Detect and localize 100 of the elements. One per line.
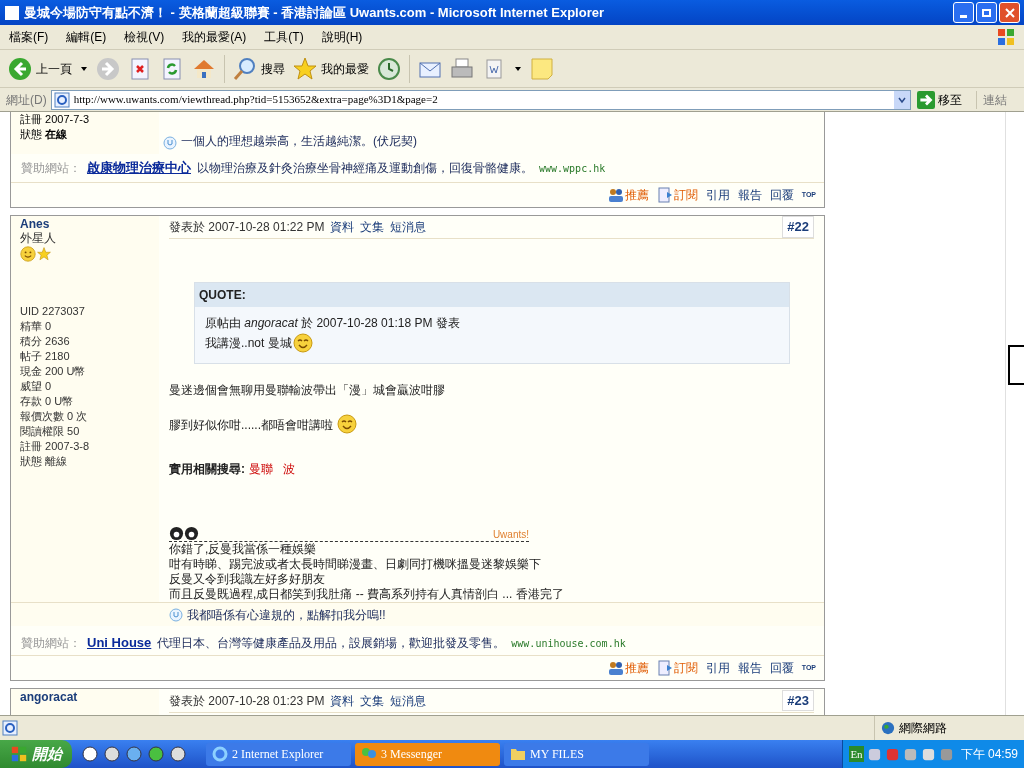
dropdown-arrow-icon[interactable] <box>80 64 88 73</box>
search-icon <box>233 56 257 81</box>
menu-item[interactable]: 我的最愛(A) <box>173 28 256 46</box>
user-stat: 註冊 2007-7-3 <box>20 112 91 127</box>
post-action-link[interactable]: 報告 <box>737 659 762 677</box>
user-status: 狀態 離線 <box>20 454 69 469</box>
close-button[interactable] <box>999 2 1020 23</box>
menu-item[interactable]: 檔案(F) <box>0 28 58 46</box>
signature-label: Uwants! <box>492 529 529 541</box>
taskbar-button[interactable]: 2 Internet Explorer <box>206 742 351 766</box>
search-button[interactable]: 搜尋 <box>233 56 285 81</box>
profile-link[interactable]: 短消息 <box>390 218 427 236</box>
quote-text: 我講漫..not 曼城 <box>205 334 292 352</box>
user-stat: 帖子 2180 <box>20 349 71 364</box>
security-zone: 網際網路 <box>899 720 947 737</box>
info-icon <box>169 607 183 622</box>
profile-link[interactable]: 短消息 <box>390 691 427 710</box>
user-stat: 註冊 2007-3-8 <box>20 439 91 454</box>
refresh-icon[interactable] <box>160 56 184 81</box>
post-action-link[interactable]: 訂閱 <box>656 659 698 677</box>
post-number: #23 <box>782 689 814 712</box>
page-icon <box>53 91 70 108</box>
back-button[interactable]: 上一頁 <box>8 56 72 81</box>
post-action-link[interactable]: 報告 <box>737 186 762 204</box>
history-icon[interactable] <box>377 56 401 81</box>
eyes-icon <box>169 526 199 541</box>
sponsor-link[interactable]: 啟康物理治療中心 <box>87 158 191 178</box>
taskbar-button[interactable]: MY FILES <box>504 742 649 766</box>
user-status: 狀態 在線 <box>20 127 69 142</box>
profile-link[interactable]: 文集 <box>360 218 385 236</box>
menu-item[interactable]: 說明(H) <box>312 28 372 46</box>
info-icon <box>163 136 177 150</box>
quote-author: 原帖由 angoracat 於 2007-10-28 01:18 PM 發表 <box>205 314 461 332</box>
signature-text: 我都唔係有心違規的，點解扣我分嗚!! <box>187 606 386 624</box>
related-search-link[interactable]: 波 <box>283 460 295 478</box>
menu-item[interactable]: 檢視(V) <box>115 28 174 46</box>
sponsor-label: 贊助網站： <box>21 635 81 653</box>
user-stat: UID 2273037 <box>20 304 86 319</box>
profile-link[interactable]: 資料 <box>330 218 355 236</box>
post-action-link[interactable]: 訂閱 <box>656 186 698 204</box>
window-title: 曼城今場防守有點不濟！ - 英格蘭超級聯賽 - 香港討論區 Uwants.com - Microsoft Internet Explorer <box>24 3 604 22</box>
address-field[interactable]: http://www.uwants.com/viewthread.php?tid=5153652&extra=page%3D1&page=2 <box>50 89 911 110</box>
windows-logo-icon <box>10 745 28 763</box>
windows-logo-icon <box>996 27 1016 47</box>
dropdown-arrow-icon[interactable] <box>514 64 522 73</box>
post-text: 曼迷邊個會無聊用曼聯輸波帶出「漫」城會贏波咁膠 <box>169 382 445 399</box>
arrow-icon <box>916 90 935 109</box>
menu-item[interactable]: 工具(T) <box>255 28 313 46</box>
menu-item[interactable]: 編輯(E) <box>57 28 116 46</box>
profile-link[interactable]: 資料 <box>330 691 355 710</box>
user-stat: 積分 2636 <box>20 334 71 349</box>
page-icon <box>2 720 18 736</box>
links-button[interactable]: 連結 <box>975 90 1007 109</box>
related-search-label: 實用相關搜尋: <box>169 461 245 478</box>
close-icon <box>1004 7 1015 18</box>
post-action-link[interactable]: 引用 <box>705 659 730 677</box>
user-stat: 精華 0 <box>20 319 53 334</box>
favorites-button[interactable]: 我的最愛 <box>293 56 369 81</box>
language-indicator[interactable]: En <box>849 745 864 763</box>
user-stat: 現金 200 U幣 <box>20 364 87 379</box>
user-stat: 存款 0 U幣 <box>20 394 75 409</box>
post-text: 膠到好似你咁......都唔會咁講啦 <box>169 417 333 434</box>
folder-icon <box>510 746 526 762</box>
signature-line: 反曼又令到我識左好多好朋友 <box>169 572 326 587</box>
user-stat: 報價次數 0 次 <box>20 409 89 424</box>
signature-text: 一個人的理想越崇高，生活越純潔。(伏尼契) <box>181 133 417 150</box>
related-search-link[interactable]: 曼聯 <box>249 460 273 478</box>
document-icon <box>656 187 673 203</box>
address-label: 網址(D) <box>6 91 47 109</box>
stop-icon[interactable] <box>128 56 152 81</box>
user-rank: 外星人 <box>20 231 57 246</box>
profile-link[interactable]: 文集 <box>360 691 385 710</box>
sponsor-url: www.unihouse.com.hk <box>511 636 626 651</box>
quote-title: QUOTE: <box>195 282 789 307</box>
emoticon-icon <box>20 246 36 262</box>
minimize-button[interactable] <box>953 2 974 23</box>
post-action-link[interactable]: 引用 <box>705 186 730 204</box>
sponsor-text: 代理日本、台灣等健康產品及用品，設展銷場，歡迎批發及零售。 <box>157 635 506 653</box>
scrollbar-thumb[interactable] <box>1008 345 1024 385</box>
scrollbar[interactable] <box>1005 112 1024 715</box>
start-button[interactable]: 開始 <box>0 740 72 768</box>
sponsor-url: www.wppc.hk <box>539 161 606 176</box>
post-action-link[interactable]: 推薦 <box>607 659 649 677</box>
clock: 下午 04:59 <box>960 746 1018 763</box>
post-action-link[interactable]: 回覆 <box>769 659 794 677</box>
restore-button[interactable] <box>976 2 997 23</box>
emoticon-icon <box>337 414 357 434</box>
star-icon <box>293 56 317 81</box>
sponsor-text: 以物理治療及針灸治療坐骨神經痛及運動創傷，回復骨骼健康。 <box>197 160 533 177</box>
sponsor-link[interactable]: Uni House <box>87 633 152 653</box>
go-button[interactable]: 移至 <box>914 90 964 109</box>
sponsor-label: 贊助網站： <box>21 160 81 177</box>
signature-line: 咁有時睇、踢完波或者太長時間睇漫畫、日劇同打機咪搵曼迷黎娛樂下 <box>169 557 542 572</box>
post-date: 發表於 2007-10-28 01:23 PM <box>169 692 325 710</box>
post-action-link[interactable]: 回覆 <box>769 186 794 204</box>
star-icon <box>37 247 51 261</box>
post-action-link[interactable]: 推薦 <box>607 186 649 204</box>
user-stat: 閱讀權限 50 <box>20 424 81 439</box>
username-link[interactable]: Anes <box>20 218 159 231</box>
signature-line: 你錯了,反曼我當係一種娛樂 <box>169 542 318 557</box>
